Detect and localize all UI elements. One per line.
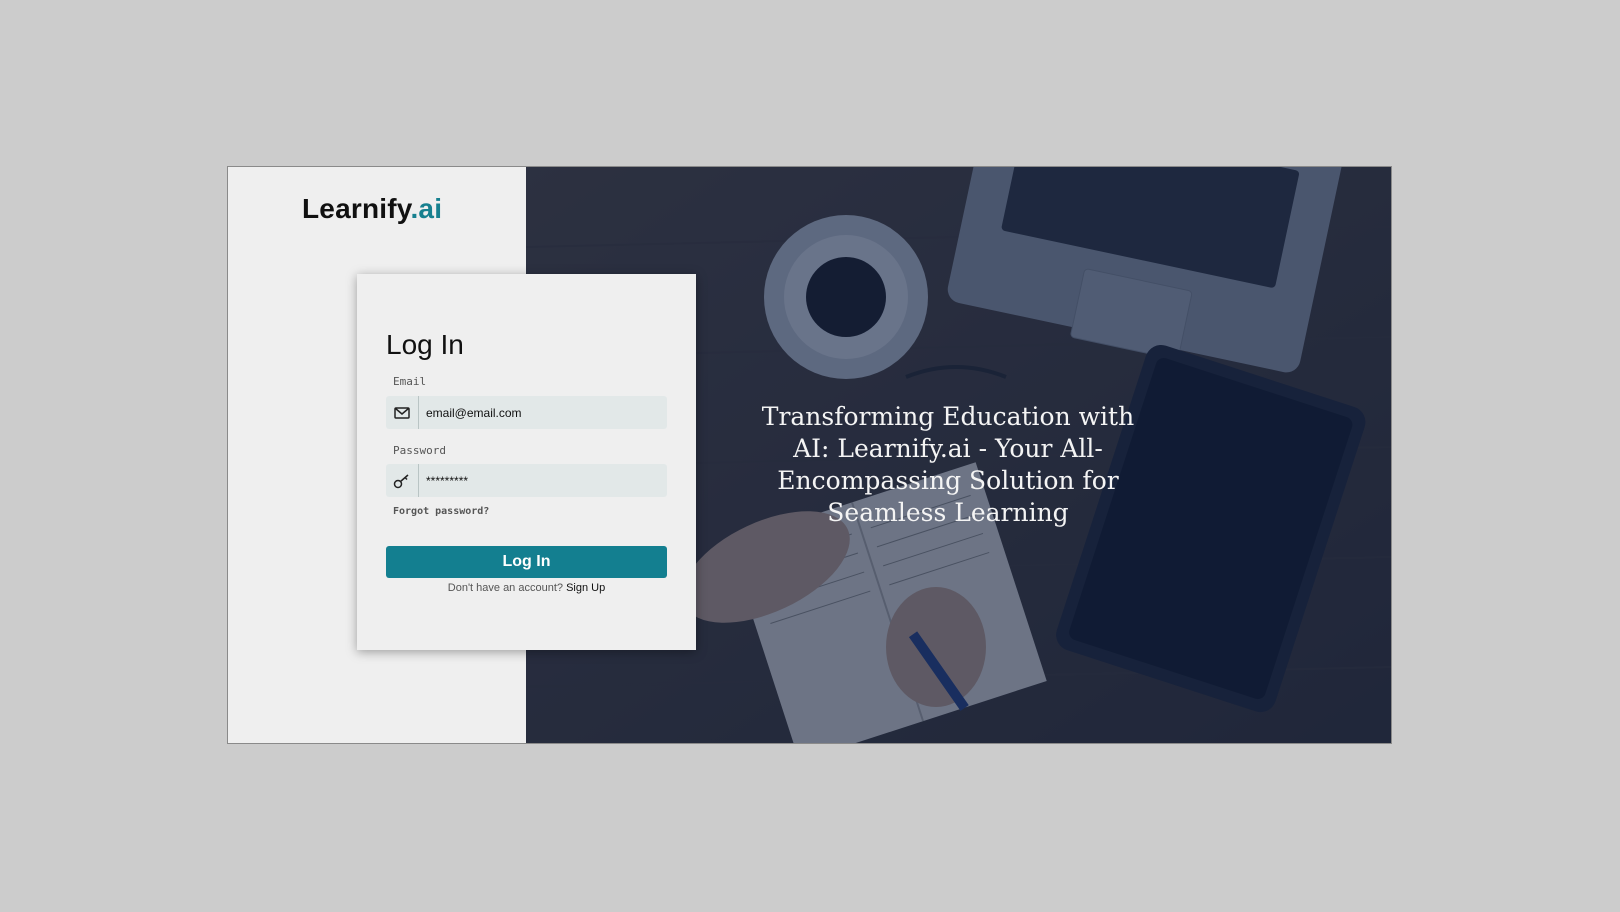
hero-headline: Transforming Education with AI: Learnify… bbox=[761, 402, 1135, 527]
brand-logo: Learnify.ai bbox=[302, 193, 442, 225]
mail-icon bbox=[386, 396, 419, 429]
signup-line: Don't have an account? Sign Up bbox=[357, 582, 696, 594]
password-value[interactable]: ********* bbox=[419, 474, 468, 488]
login-page: Learnify.ai Transforming Education with … bbox=[227, 166, 1392, 744]
signup-prompt: Don't have an account? bbox=[447, 582, 564, 594]
brand-name: Learnify bbox=[302, 193, 411, 224]
brand-name-accent: .ai bbox=[410, 193, 443, 224]
password-label: Password bbox=[393, 444, 446, 457]
login-card: Log In Email email@email.com Password **… bbox=[357, 274, 696, 650]
key-icon bbox=[386, 464, 419, 497]
signup-link[interactable]: Sign Up bbox=[566, 582, 605, 594]
email-field[interactable]: email@email.com bbox=[386, 396, 667, 429]
password-field[interactable]: ********* bbox=[386, 464, 667, 497]
email-label: Email bbox=[393, 375, 427, 388]
email-value[interactable]: email@email.com bbox=[419, 406, 522, 420]
forgot-password-link[interactable]: Forgot password? bbox=[393, 506, 489, 517]
page-title: Log In bbox=[386, 329, 464, 360]
login-button[interactable]: Log In bbox=[386, 546, 667, 578]
